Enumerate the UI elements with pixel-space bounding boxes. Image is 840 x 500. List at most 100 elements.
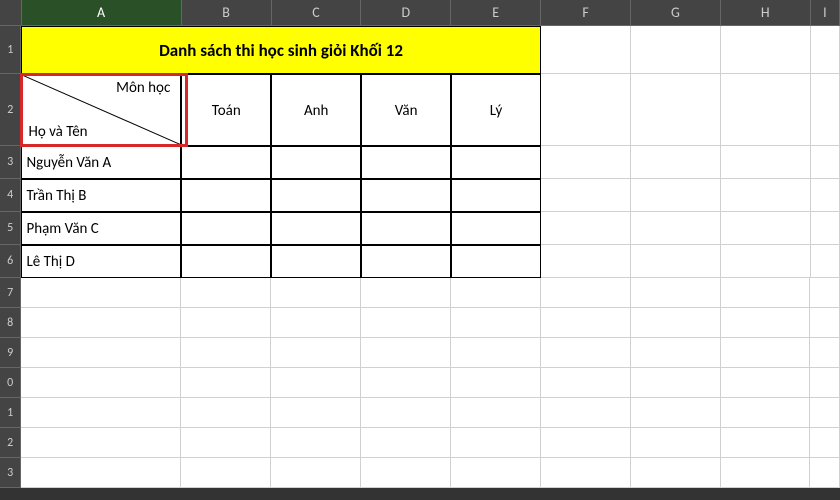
cell-F11[interactable] <box>541 398 631 428</box>
cell-G11[interactable] <box>631 398 721 428</box>
cell-H1[interactable] <box>721 26 811 74</box>
col-header-C[interactable]: C <box>272 0 362 26</box>
cell-F12[interactable] <box>541 428 631 458</box>
cell-F3[interactable] <box>541 146 631 179</box>
cell-H10[interactable] <box>721 368 811 398</box>
cell-B10[interactable] <box>181 368 271 398</box>
student-name-1[interactable]: Nguyễn Văn A <box>21 146 181 179</box>
cell-H9[interactable] <box>721 338 811 368</box>
cell-I13[interactable] <box>810 458 839 488</box>
cell-E4[interactable] <box>451 179 541 212</box>
cell-F9[interactable] <box>541 338 631 368</box>
cell-G13[interactable] <box>631 458 721 488</box>
col-header-E[interactable]: E <box>451 0 541 26</box>
cell-B5[interactable] <box>181 212 271 245</box>
cell-D5[interactable] <box>361 212 451 245</box>
cell-B3[interactable] <box>181 146 271 179</box>
cell-E6[interactable] <box>451 245 541 278</box>
cell-D8[interactable] <box>361 308 451 338</box>
subject-header-3[interactable]: Văn <box>361 74 451 146</box>
cell-F7[interactable] <box>541 278 631 308</box>
row-header-8[interactable]: 8 <box>0 308 21 338</box>
cell-B4[interactable] <box>181 179 271 212</box>
cell-H2[interactable] <box>721 74 811 146</box>
cell-I11[interactable] <box>810 398 839 428</box>
cell-F2[interactable] <box>541 74 631 146</box>
row-header-3[interactable]: 3 <box>0 146 21 179</box>
cell-E12[interactable] <box>451 428 541 458</box>
cell-A8[interactable] <box>21 308 181 338</box>
row-header-7[interactable]: 7 <box>0 278 21 308</box>
cell-C8[interactable] <box>271 308 361 338</box>
cell-I8[interactable] <box>810 308 839 338</box>
student-name-3[interactable]: Phạm Văn C <box>21 212 181 245</box>
cell-I3[interactable] <box>811 146 840 179</box>
cell-G12[interactable] <box>631 428 721 458</box>
cell-D10[interactable] <box>361 368 451 398</box>
cell-I1[interactable] <box>811 26 840 74</box>
cell-H13[interactable] <box>721 458 811 488</box>
cell-C6[interactable] <box>271 245 361 278</box>
cell-H12[interactable] <box>721 428 811 458</box>
cell-G3[interactable] <box>631 146 721 179</box>
col-header-D[interactable]: D <box>361 0 451 26</box>
cell-H6[interactable] <box>721 245 811 278</box>
title-cell[interactable]: Danh sách thi học sinh giỏi Khối 12 <box>21 26 540 74</box>
diagonal-header-cell[interactable]: Môn học Họ và Tên <box>21 74 181 146</box>
cell-G9[interactable] <box>631 338 721 368</box>
cell-C9[interactable] <box>271 338 361 368</box>
cell-G5[interactable] <box>631 212 721 245</box>
cell-I7[interactable] <box>810 278 839 308</box>
cell-G4[interactable] <box>631 179 721 212</box>
row-header-13[interactable]: 3 <box>0 458 21 488</box>
cell-D13[interactable] <box>361 458 451 488</box>
cell-A7[interactable] <box>21 278 181 308</box>
cell-I4[interactable] <box>811 179 840 212</box>
cell-G8[interactable] <box>631 308 721 338</box>
cell-C13[interactable] <box>271 458 361 488</box>
col-header-F[interactable]: F <box>541 0 631 26</box>
col-header-G[interactable]: G <box>631 0 721 26</box>
cell-D3[interactable] <box>361 146 451 179</box>
cell-E9[interactable] <box>451 338 541 368</box>
cell-F10[interactable] <box>541 368 631 398</box>
cell-B11[interactable] <box>181 398 271 428</box>
cell-I10[interactable] <box>810 368 839 398</box>
cell-C4[interactable] <box>271 179 361 212</box>
cell-H3[interactable] <box>721 146 811 179</box>
cell-G7[interactable] <box>631 278 721 308</box>
cell-E11[interactable] <box>451 398 541 428</box>
row-header-12[interactable]: 2 <box>0 428 21 458</box>
row-header-5[interactable]: 5 <box>0 212 21 245</box>
cell-D6[interactable] <box>361 245 451 278</box>
col-header-I[interactable]: I <box>811 0 840 26</box>
cell-B13[interactable] <box>181 458 271 488</box>
cell-H11[interactable] <box>721 398 811 428</box>
cell-H5[interactable] <box>721 212 811 245</box>
cell-F4[interactable] <box>541 179 631 212</box>
cell-E3[interactable] <box>451 146 541 179</box>
cell-B7[interactable] <box>181 278 271 308</box>
row-header-11[interactable]: 1 <box>0 398 21 428</box>
cell-E7[interactable] <box>451 278 541 308</box>
subject-header-4[interactable]: Lý <box>451 74 541 146</box>
cell-C11[interactable] <box>271 398 361 428</box>
row-header-10[interactable]: 0 <box>0 368 21 398</box>
cell-I12[interactable] <box>810 428 839 458</box>
cell-F8[interactable] <box>541 308 631 338</box>
cell-D12[interactable] <box>361 428 451 458</box>
col-header-B[interactable]: B <box>182 0 272 26</box>
cell-A12[interactable] <box>21 428 181 458</box>
cell-C5[interactable] <box>271 212 361 245</box>
select-all-corner[interactable] <box>0 0 22 26</box>
cell-D7[interactable] <box>361 278 451 308</box>
cell-E13[interactable] <box>451 458 541 488</box>
cell-F6[interactable] <box>541 245 631 278</box>
cell-I6[interactable] <box>811 245 840 278</box>
student-name-2[interactable]: Trần Thị B <box>21 179 181 212</box>
cell-F5[interactable] <box>541 212 631 245</box>
col-header-H[interactable]: H <box>721 0 811 26</box>
cell-A10[interactable] <box>21 368 181 398</box>
cell-D11[interactable] <box>361 398 451 428</box>
cell-G2[interactable] <box>631 74 721 146</box>
